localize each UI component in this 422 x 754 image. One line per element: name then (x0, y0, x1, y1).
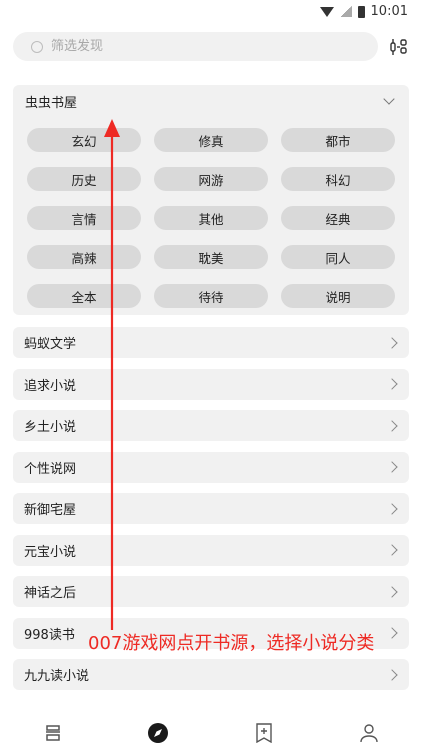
category-tag[interactable]: 耽美 (154, 245, 268, 269)
search-input[interactable] (49, 38, 353, 55)
source-name: 998读书 (24, 627, 75, 643)
signal-icon (339, 6, 352, 17)
source-name: 神话之后 (24, 586, 77, 601)
chevron-right-icon (386, 461, 398, 473)
source-panel-title: 虫虫书屋 (25, 95, 78, 111)
category-tag[interactable]: 科幻 (281, 167, 395, 191)
category-tag[interactable]: 高辣 (27, 245, 141, 269)
bottom-navigation (0, 712, 422, 754)
chevron-right-icon (386, 585, 398, 598)
source-list-item[interactable]: 追求小说 (13, 368, 409, 400)
source-panel-header[interactable]: 虫虫书屋 (13, 85, 409, 117)
search-bar[interactable] (13, 32, 378, 61)
status-time: 10:01 (370, 4, 408, 19)
category-tag[interactable]: 经典 (281, 206, 395, 230)
source-list-item[interactable]: 新御宅屋 (13, 493, 409, 524)
category-tag[interactable]: 全本 (27, 284, 141, 308)
source-name: 元宝小说 (24, 544, 77, 560)
filter-settings-icon (390, 39, 407, 55)
source-name: 追求小说 (24, 378, 77, 394)
category-tag[interactable]: 历史 (27, 167, 141, 191)
category-tag[interactable]: 同人 (281, 245, 395, 269)
category-tag[interactable]: 待待 (154, 284, 268, 308)
source-name: 新御宅屋 (24, 503, 77, 518)
category-tag[interactable]: 玄幻 (27, 128, 141, 152)
source-list-item[interactable]: 蚂蚁文学 (13, 327, 409, 358)
chevron-down-icon (383, 93, 395, 105)
chevron-right-icon (386, 502, 398, 515)
category-tag[interactable]: 言情 (27, 206, 141, 230)
source-name: 九九读小说 (24, 669, 90, 684)
filter-settings-button[interactable] (388, 36, 410, 58)
chevron-right-icon (386, 336, 398, 349)
source-name: 个性说网 (24, 461, 77, 477)
nav-discover[interactable] (128, 715, 188, 751)
search-icon (31, 40, 43, 53)
category-tag[interactable]: 修真 (154, 128, 268, 152)
nav-rss[interactable] (234, 715, 294, 751)
status-bar: 10:01 (0, 0, 422, 22)
chevron-right-icon (386, 668, 398, 681)
bookshelf-icon (45, 725, 60, 741)
chevron-right-icon (386, 419, 398, 432)
person-icon (360, 724, 378, 743)
category-tag[interactable]: 说明 (281, 284, 395, 308)
source-list-item[interactable]: 个性说网 (13, 451, 409, 483)
chevron-right-icon (386, 544, 398, 556)
source-list-item[interactable]: 乡土小说 (13, 410, 409, 441)
source-list-item[interactable]: 元宝小说 (13, 534, 409, 566)
annotation-text: 007游戏网点开书源，选择小说分类 (88, 633, 375, 654)
source-name: 乡土小说 (24, 420, 77, 435)
source-list-item[interactable]: 九九读小说 (13, 659, 409, 690)
category-tag[interactable]: 都市 (281, 128, 395, 152)
source-list-item[interactable]: 神话之后 (13, 576, 409, 607)
category-tag[interactable]: 网游 (154, 167, 268, 191)
nav-bookshelf[interactable] (23, 715, 83, 751)
battery-icon (357, 5, 365, 18)
chevron-right-icon (386, 378, 398, 390)
compass-icon (148, 723, 169, 743)
wifi-icon (319, 6, 334, 17)
source-name: 蚂蚁文学 (24, 337, 77, 352)
source-panel-expanded: 虫虫书屋 玄幻 修真 都市历史 网游 科幻言情 其他 经典高辣 耽美 同人全本 待待 说明 (13, 85, 409, 315)
bookmark-add-icon (256, 723, 272, 743)
category-tag[interactable]: 其他 (154, 206, 268, 230)
nav-profile[interactable] (339, 715, 399, 751)
